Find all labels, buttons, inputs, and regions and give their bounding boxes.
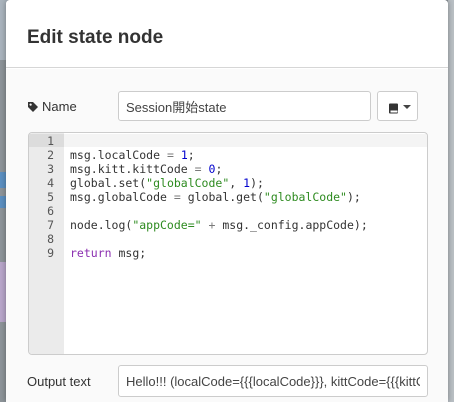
code-line: 3 msg.kitt.kittCode = 0; [29,162,427,176]
code-line: 9 return msg; [29,246,427,260]
code-token: "globalCode" [146,176,230,190]
code-token: msg.localCode [70,148,167,162]
name-label: Name [42,99,77,114]
code-token: return [70,246,112,260]
line-number: 3 [47,162,54,176]
code-line: 8 [29,232,427,246]
code-line: 5 msg.globalCode = global.get("globalCode… [29,190,427,204]
tag-icon [27,100,39,112]
code-text: global.set("globalCode", 1); [70,176,264,190]
code-token: ; [187,148,195,162]
code-token: msg._config.appCode); [215,218,368,232]
name-row: Name [6,91,448,123]
code-token: = [166,148,174,162]
output-text-input[interactable] [118,365,428,397]
output-row: Output text [6,365,448,397]
dialog-title: Edit state node [27,27,164,48]
background-workspace-edge [448,0,454,402]
line-number: 1 [47,134,54,148]
output-text-label: Output text [27,374,91,389]
code-text: node.log("appCode=" + msg._config.appCod… [70,218,368,232]
name-input[interactable] [118,91,371,121]
code-editor[interactable]: 1 2 msg.localCode = 1; 3 msg.kitt.kittCode =… [28,132,428,355]
line-number: 2 [47,148,54,162]
code-token: ); [346,190,361,204]
code-text: msg.globalCode = global.get("globalCode"… [70,190,361,204]
line-number: 9 [47,246,54,260]
line-number: 7 [47,218,54,232]
code-token: global.get( [180,190,264,204]
code-line: 4 global.set("globalCode", 1); [29,176,427,190]
dialog-titlebar: Edit state node [6,0,448,68]
code-token: = [194,162,202,176]
code-token: ; [215,162,223,176]
dialog-content: Name 12msg.localCode = 1;3msg.kitt.kittC… [6,69,448,402]
code-text: msg.kitt.kittCode = 0; [70,162,222,176]
line-number: 5 [47,190,54,204]
code-token: global.set( [70,176,147,190]
code-lines: 1 2 msg.localCode = 1; 3 msg.kitt.kittCode =… [29,134,427,260]
code-token: = [173,190,181,204]
code-token: 1 [180,148,188,162]
code-token: "appCode=" [132,218,202,232]
line-number: 8 [47,232,54,246]
code-token: ); [250,176,264,190]
code-line: 6 [29,204,427,218]
code-text: msg.localCode = 1; [70,148,195,162]
code-line: 2 msg.localCode = 1; [29,148,427,162]
code-token: node.log( [70,218,133,232]
line-number: 6 [47,204,54,218]
code-text: return msg; [70,246,146,260]
code-token: , [229,176,244,190]
line-number: 4 [47,176,54,190]
code-token: msg; [111,246,147,260]
code-line: 7 node.log("appCode=" + msg._config.appCo… [29,218,427,232]
code-token: msg.kitt.kittCode [70,162,195,176]
code-line: 1 [29,134,427,148]
caret-down-icon [403,105,411,109]
code-token: "globalCode" [263,190,347,204]
edit-node-dialog: Edit state node Name Session開始state 1 2 … [6,0,448,402]
library-button[interactable] [377,91,418,121]
book-icon [388,101,399,119]
code-token: msg.globalCode [70,190,174,204]
